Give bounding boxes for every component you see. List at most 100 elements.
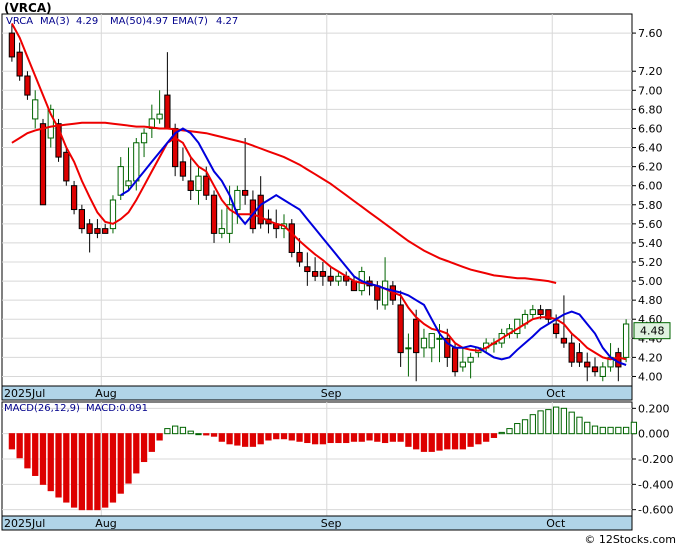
macd-bar — [304, 433, 311, 444]
macd-bar — [288, 433, 295, 441]
macd-bar — [630, 421, 638, 435]
macd-bar — [218, 433, 225, 442]
candle-body — [8, 32, 16, 58]
macd-x-tick-label: Oct — [546, 517, 566, 530]
macd-x-tick-label: Sep — [321, 517, 342, 530]
macd-bar — [273, 433, 280, 440]
candle-body — [374, 285, 381, 301]
macd-bar — [436, 433, 443, 451]
candle-body — [304, 266, 311, 273]
macd-bar — [358, 433, 365, 442]
legend-symbol: VRCA — [6, 16, 34, 27]
candle-body — [140, 132, 148, 144]
macd-bar — [242, 433, 249, 447]
candle-body — [218, 228, 225, 234]
candle-body — [16, 51, 23, 77]
macd-bar — [117, 433, 124, 494]
price-panel-frame — [1, 13, 633, 387]
candle-body — [420, 337, 428, 349]
macd-bar — [381, 433, 389, 444]
macd-bar — [467, 433, 474, 447]
chart-title: (VRCA) — [4, 1, 52, 15]
macd-bar — [63, 433, 70, 503]
chart-container: 4.004.204.404.604.805.005.205.405.605.80… — [0, 0, 680, 546]
candle-body — [381, 280, 389, 306]
candle-body — [195, 175, 202, 191]
candle-body — [32, 99, 39, 120]
macd-bar — [545, 409, 552, 435]
macd-bar — [537, 410, 544, 435]
legend-ma50-label: MA(50) — [110, 16, 146, 27]
candle-body — [164, 94, 171, 129]
candle-body — [428, 333, 435, 349]
macd-bar — [187, 430, 194, 435]
macd-bar — [389, 433, 397, 442]
price-tick-label: 6.80 — [638, 103, 663, 116]
candle-body — [537, 309, 544, 315]
macd-tick-label: -0.200 — [638, 453, 673, 466]
candle-body — [335, 275, 342, 282]
macd-bar — [249, 433, 257, 447]
price-tick-label: 5.20 — [638, 256, 663, 269]
candle-body — [319, 271, 327, 277]
candle-body — [102, 228, 109, 234]
candle-body — [327, 275, 334, 282]
candle-body — [288, 223, 295, 253]
candle-body — [467, 356, 474, 363]
macd-bar — [148, 433, 155, 452]
macd-bar — [343, 433, 350, 444]
price-tick-label: 4.80 — [638, 294, 663, 307]
macd-bar — [102, 433, 109, 508]
macd-bar — [350, 433, 358, 442]
candle-body — [599, 366, 606, 377]
legend-ma3-label: MA(3) — [40, 16, 70, 27]
macd-bar — [451, 433, 459, 450]
candle-body — [553, 323, 560, 335]
macd-bar — [8, 433, 16, 450]
macd-bar — [560, 407, 568, 435]
macd-bar — [599, 426, 606, 435]
candle-body — [39, 123, 47, 206]
footer-copyright: © 12Stocks.com — [584, 533, 676, 546]
macd-bar — [156, 433, 163, 441]
candle-body — [133, 142, 140, 182]
candle-body — [70, 185, 78, 211]
macd-bar — [234, 433, 241, 446]
macd-bar — [584, 421, 591, 435]
macd-bar — [498, 431, 505, 435]
macd-bar — [86, 433, 93, 511]
macd-bar — [459, 433, 466, 450]
macd-bar — [490, 433, 498, 438]
macd-bar — [568, 411, 575, 435]
macd-bar — [374, 433, 381, 442]
macd-bar — [622, 426, 630, 435]
price-tick-label: 6.00 — [638, 180, 663, 193]
candle-body — [179, 161, 187, 177]
candle-body — [514, 318, 521, 335]
candle-body — [568, 342, 575, 363]
macd-bar — [506, 428, 513, 435]
macd-bar — [133, 433, 140, 474]
macd-legend-value: MACD:0.091 — [86, 403, 148, 414]
macd-tick-label: 0.000 — [638, 428, 670, 441]
candle-body — [413, 318, 420, 354]
macd-bar — [47, 433, 54, 492]
price-tick-label: 6.40 — [638, 142, 663, 155]
candle-body — [63, 151, 70, 182]
candle-body — [591, 366, 599, 373]
macd-bar — [179, 426, 187, 435]
candle-body — [257, 194, 264, 225]
legend-ma50-value: 4.97 — [146, 16, 169, 27]
candle-body — [203, 175, 210, 196]
macd-bar — [553, 406, 560, 435]
candle-body — [210, 194, 218, 234]
macd-bar — [195, 433, 202, 436]
candle-body — [156, 113, 163, 120]
price-tick-label: 7.00 — [638, 84, 663, 97]
macd-bar — [319, 433, 327, 445]
candle-body — [615, 352, 622, 368]
macd-x-tick-label: 2025Jul — [4, 517, 45, 530]
candle-body — [529, 309, 536, 315]
macd-bar — [39, 433, 47, 485]
macd-bar — [591, 425, 599, 435]
